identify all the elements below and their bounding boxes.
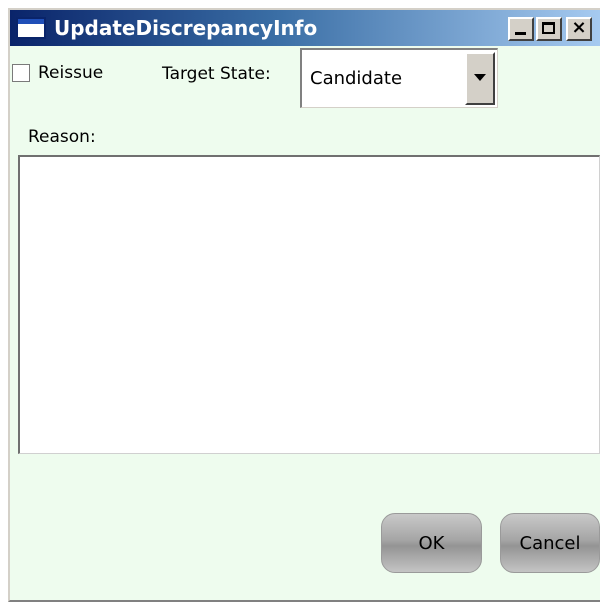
maximize-icon xyxy=(542,22,555,34)
maximize-button[interactable] xyxy=(536,17,562,41)
reissue-label: Reissue xyxy=(38,63,104,83)
cancel-button[interactable]: Cancel xyxy=(500,513,600,573)
reason-label: Reason: xyxy=(28,127,96,147)
ok-button[interactable]: OK xyxy=(381,513,482,573)
target-state-value: Candidate xyxy=(310,68,403,89)
close-icon: × xyxy=(571,17,587,38)
reissue-checkbox-row[interactable]: Reissue xyxy=(12,62,103,84)
chevron-down-icon xyxy=(474,74,486,81)
window-title: UpdateDiscrepancyInfo xyxy=(54,16,318,40)
target-state-label: Target State: xyxy=(162,64,271,84)
title-bar[interactable]: UpdateDiscrepancyInfo × xyxy=(10,10,600,46)
target-state-dropdown[interactable]: Candidate xyxy=(300,48,498,108)
minimize-button[interactable] xyxy=(508,17,534,41)
minimize-icon xyxy=(515,32,526,35)
reason-textarea[interactable] xyxy=(18,155,600,454)
reissue-checkbox[interactable] xyxy=(12,64,30,82)
close-button[interactable]: × xyxy=(566,17,592,41)
window-icon xyxy=(16,17,46,39)
dropdown-button[interactable] xyxy=(465,52,495,105)
